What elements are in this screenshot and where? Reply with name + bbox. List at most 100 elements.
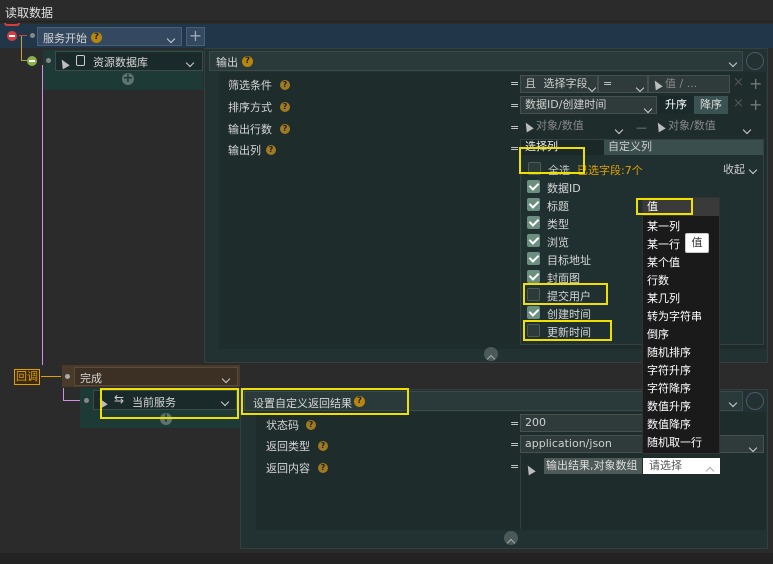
field-checkbox[interactable] bbox=[527, 270, 540, 283]
chevron-up-icon bbox=[506, 538, 516, 548]
tab-filler bbox=[696, 140, 763, 155]
remove-icon[interactable]: × bbox=[733, 75, 744, 90]
connector-line bbox=[21, 36, 22, 60]
menu-item-value[interactable]: 值 bbox=[647, 198, 658, 216]
add-icon[interactable]: + bbox=[749, 76, 762, 92]
add-button[interactable]: + bbox=[186, 27, 205, 46]
select-all-label: 全选 bbox=[548, 164, 570, 177]
custom-return-label: 设置自定义返回结果 bbox=[253, 397, 352, 410]
callback-select[interactable]: 完成 bbox=[74, 367, 238, 386]
add-node-icon[interactable]: + bbox=[160, 412, 172, 425]
equals-sign: = bbox=[510, 142, 520, 155]
field-checkbox[interactable] bbox=[527, 306, 540, 319]
resource-db-select[interactable]: 资源数据库 bbox=[55, 51, 203, 71]
collapse-icon[interactable] bbox=[27, 56, 37, 66]
filter-value: 值 / ... bbox=[665, 77, 698, 90]
service-start-select[interactable]: 服务开始 ? bbox=[37, 27, 182, 46]
field-checkbox[interactable] bbox=[527, 324, 540, 337]
help-icon[interactable]: ? bbox=[91, 32, 102, 43]
chevron-down-icon bbox=[742, 125, 752, 135]
content-value-tag[interactable]: 输出结果,对象数组 bbox=[544, 458, 642, 474]
menu-item[interactable]: 行数 bbox=[647, 272, 669, 290]
menu-item[interactable]: 随机排序 bbox=[647, 344, 691, 362]
menu-item[interactable]: 某一行 bbox=[647, 236, 680, 254]
tooltip: 值 bbox=[685, 233, 709, 253]
equals-sign: = bbox=[510, 99, 520, 112]
equals-sign: = bbox=[510, 417, 520, 430]
menu-item[interactable]: 转为字符串 bbox=[647, 308, 702, 326]
output-header-label: 输出 bbox=[216, 56, 238, 69]
menu-item[interactable]: 某一列 bbox=[647, 218, 680, 236]
content-select[interactable]: 请选择 bbox=[643, 458, 720, 476]
tab-select-columns[interactable]: 选择列 bbox=[521, 140, 604, 155]
menu-item[interactable]: 某几列 bbox=[647, 290, 680, 308]
database-icon bbox=[76, 55, 85, 66]
field-checkbox[interactable] bbox=[527, 288, 540, 301]
filter-field-select[interactable]: 且 选择字段 bbox=[520, 75, 598, 93]
callback-tag: 回调 bbox=[14, 369, 40, 385]
chevron-down-icon bbox=[587, 83, 597, 92]
help-icon[interactable]: ? bbox=[280, 124, 290, 134]
menu-item[interactable]: 字符升序 bbox=[647, 362, 691, 380]
field-checkbox[interactable] bbox=[527, 234, 540, 247]
refresh-icon[interactable] bbox=[746, 392, 764, 410]
rows-from-input[interactable]: 对象/数值 bbox=[520, 118, 632, 136]
field-label: 目标地址 bbox=[547, 254, 591, 267]
sort-label: 排序方式 bbox=[228, 101, 272, 114]
connector-line bbox=[63, 400, 80, 401]
expand-handle[interactable] bbox=[504, 531, 518, 548]
output-header-select[interactable]: 输出 ? bbox=[209, 51, 743, 71]
selected-count: 已选字段:7个 bbox=[577, 164, 643, 177]
chevron-down-icon bbox=[728, 58, 738, 68]
sort-asc-button[interactable]: 升序 bbox=[658, 96, 694, 114]
collapse-button[interactable]: 收起 bbox=[723, 161, 745, 177]
expand-handle[interactable] bbox=[484, 347, 498, 364]
menu-item[interactable]: 数值降序 bbox=[647, 416, 691, 434]
sort-field-select[interactable]: 数据ID/创建时间 bbox=[520, 96, 657, 114]
columns-label: 输出列 bbox=[228, 144, 261, 157]
rows-to-input[interactable]: 对象/数值 bbox=[652, 118, 760, 136]
type-select-arrow[interactable] bbox=[720, 435, 764, 453]
connector-red bbox=[4, 23, 20, 26]
help-icon[interactable]: ? bbox=[280, 102, 290, 112]
menu-item[interactable]: 随机取一行 bbox=[647, 434, 702, 452]
type-select[interactable]: application/json bbox=[520, 435, 644, 453]
sort-desc-button[interactable]: 降序 bbox=[694, 96, 728, 114]
filter-value-input[interactable]: 值 / ... bbox=[648, 75, 730, 93]
help-icon[interactable]: ? bbox=[354, 396, 365, 407]
collapse-icon[interactable] bbox=[7, 31, 17, 41]
page-title: 读取数据 bbox=[5, 6, 54, 20]
remove-icon[interactable]: × bbox=[733, 96, 744, 111]
field-checkbox[interactable] bbox=[527, 198, 540, 211]
help-icon[interactable]: ? bbox=[318, 463, 328, 473]
filter-label: 筛选条件 bbox=[228, 79, 272, 92]
select-all-checkbox[interactable] bbox=[528, 162, 541, 175]
field-checkbox[interactable] bbox=[527, 180, 540, 193]
pointer-icon bbox=[651, 78, 663, 90]
help-icon[interactable]: ? bbox=[306, 420, 316, 430]
add-node-icon[interactable]: + bbox=[122, 72, 134, 85]
add-icon[interactable]: + bbox=[749, 97, 762, 113]
menu-item[interactable]: 数值升序 bbox=[647, 398, 691, 416]
field-checkbox[interactable] bbox=[527, 252, 540, 265]
filter-op-select[interactable]: = bbox=[598, 75, 648, 93]
refresh-icon[interactable] bbox=[746, 52, 764, 70]
chevron-down-icon bbox=[614, 125, 624, 135]
status-input[interactable]: 200 bbox=[520, 414, 644, 432]
rows-from: 对象/数值 bbox=[536, 119, 584, 132]
field-checkbox[interactable] bbox=[527, 216, 540, 229]
help-icon[interactable]: ? bbox=[318, 441, 328, 451]
rows-count-label: 输出行数 bbox=[228, 123, 272, 136]
menu-item[interactable]: 字符降序 bbox=[647, 380, 691, 398]
menu-item[interactable]: 倒序 bbox=[647, 326, 669, 344]
field-label: 更新时间 bbox=[547, 326, 591, 339]
help-icon[interactable]: ? bbox=[280, 80, 290, 90]
range-dash: — bbox=[636, 121, 647, 134]
current-service-select[interactable]: ⇆ 当前服务 bbox=[93, 390, 237, 410]
tab-custom-columns[interactable]: 自定义列 bbox=[604, 140, 696, 155]
help-icon[interactable]: ? bbox=[266, 145, 276, 155]
menu-item[interactable]: 某个值 bbox=[647, 254, 680, 272]
equals-sign: = bbox=[510, 77, 520, 90]
help-icon[interactable]: ? bbox=[242, 56, 253, 67]
equals-sign: = bbox=[510, 121, 520, 134]
